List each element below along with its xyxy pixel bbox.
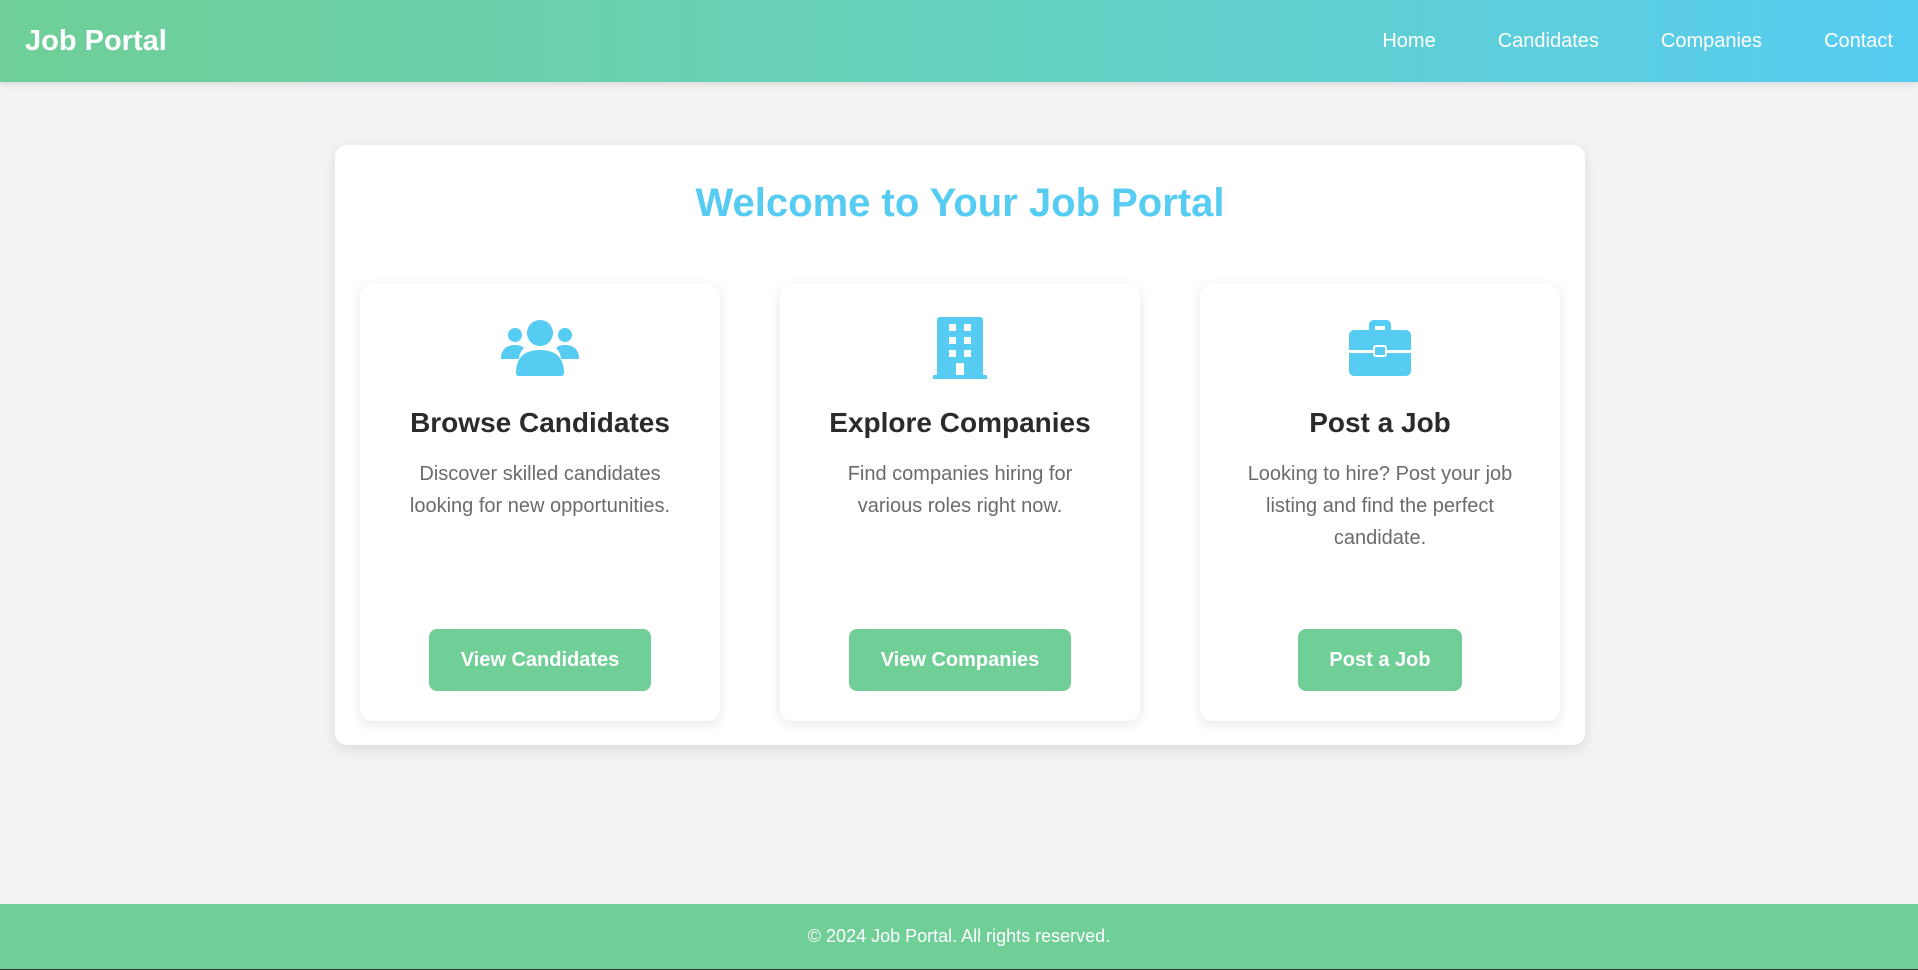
card-explore-companies: Explore Companies Find companies hiring …: [780, 284, 1140, 721]
card-description: Find companies hiring for various roles …: [847, 463, 1073, 517]
nav-contact[interactable]: Contact: [1824, 30, 1893, 53]
view-companies-button[interactable]: View Companies: [849, 629, 1071, 691]
card-title: Browse Candidates: [410, 407, 670, 438]
briefcase-icon: [1200, 318, 1560, 378]
card-title: Post a Job: [1309, 407, 1451, 438]
users-icon: [360, 318, 720, 378]
card-title: Explore Companies: [829, 407, 1091, 438]
page-title: Welcome to Your Job Portal: [695, 181, 1225, 225]
main-nav: Home Candidates Companies Contact: [1382, 30, 1893, 53]
copyright-text: © 2024 Job Portal. All rights reserved.: [807, 926, 1111, 946]
brand-logo[interactable]: Job Portal: [25, 25, 167, 58]
card-browse-candidates: Browse Candidates Discover skilled candi…: [360, 284, 720, 721]
post-job-button[interactable]: Post a Job: [1298, 629, 1462, 691]
card-description: Discover skilled candidates looking for …: [409, 463, 671, 517]
card-description: Looking to hire? Post your job listing a…: [1247, 463, 1513, 549]
nav-companies[interactable]: Companies: [1661, 30, 1762, 53]
building-icon: [780, 317, 1140, 379]
site-header: Job Portal Home Candidates Companies Con…: [0, 0, 1918, 82]
welcome-panel: Welcome to Your Job Portal Browse Candid…: [335, 145, 1585, 745]
site-footer: © 2024 Job Portal. All rights reserved.: [0, 904, 1918, 970]
nav-home[interactable]: Home: [1382, 30, 1435, 53]
card-post-job: Post a Job Looking to hire? Post your jo…: [1200, 284, 1560, 721]
nav-candidates[interactable]: Candidates: [1498, 30, 1599, 53]
view-candidates-button[interactable]: View Candidates: [429, 629, 651, 691]
